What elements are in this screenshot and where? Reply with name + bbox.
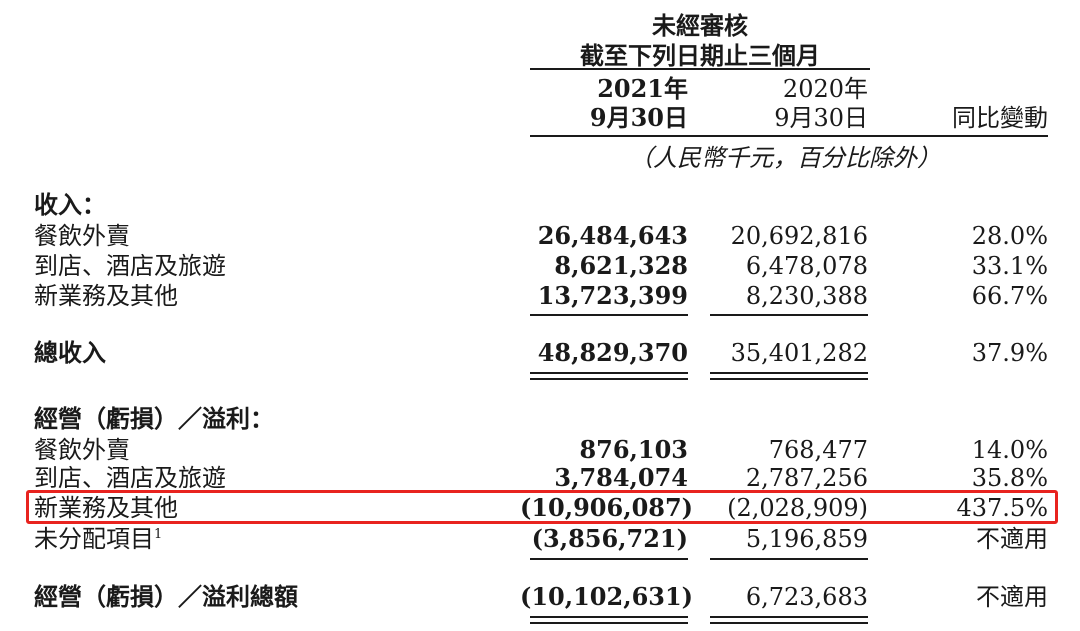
operating-section-title: 經營（虧損）／溢利：: [34, 404, 274, 433]
total-double-rule: [530, 372, 688, 374]
operating-row-label: 到店、酒店及旅遊: [34, 464, 226, 492]
operating-row-label: 未分配項目1: [34, 524, 162, 554]
col-2020-date: 9月30日: [774, 104, 868, 132]
subtotal-rule: [710, 314, 868, 316]
total-double-rule: [710, 622, 868, 624]
operating-row-2021: 876,103: [579, 435, 688, 464]
highlight-box: [26, 490, 1058, 524]
revenue-row-2020: 20,692,816: [730, 222, 868, 250]
operating-row-2021: (3,856,721): [531, 524, 688, 553]
col-2021-date: 9月30日: [589, 103, 688, 132]
subtotal-rule: [710, 558, 868, 560]
col-change-label: 同比變動: [952, 104, 1048, 132]
revenue-row-2020: 8,230,388: [745, 282, 868, 310]
operating-row-change: 35.8%: [971, 464, 1048, 492]
total-double-rule: [710, 616, 868, 618]
operating-row-change: 不適用: [976, 525, 1048, 553]
total-double-rule: [530, 616, 688, 618]
operating-total-change: 不適用: [976, 583, 1048, 611]
total-revenue-change: 37.9%: [971, 339, 1048, 367]
total-revenue-label: 總收入: [34, 338, 106, 367]
total-double-rule: [530, 378, 688, 380]
operating-row-2020: 2,787,256: [745, 464, 868, 492]
revenue-row-2021: 13,723,399: [537, 281, 688, 310]
revenue-row-change: 33.1%: [971, 252, 1048, 280]
operating-row-2021: 3,784,074: [554, 463, 688, 492]
col-2021-year: 2021年: [597, 74, 688, 103]
revenue-row-label: 餐飲外賣: [34, 222, 130, 250]
header-rule: [530, 68, 870, 70]
revenue-row-label: 新業務及其他: [34, 282, 178, 310]
operating-row-label: 餐飲外賣: [34, 436, 130, 464]
revenue-row-change: 66.7%: [971, 282, 1048, 310]
total-revenue-2021: 48,829,370: [537, 338, 688, 367]
operating-total-2021: (10,102,631): [520, 582, 694, 611]
revenue-row-label: 到店、酒店及旅遊: [34, 252, 226, 280]
unit-note: （人民幣千元，百分比除外）: [629, 144, 941, 172]
revenue-section-title: 收入：: [34, 190, 106, 219]
total-double-rule: [530, 622, 688, 624]
subtotal-rule: [530, 314, 688, 316]
total-revenue-2020: 35,401,282: [730, 339, 868, 367]
revenue-row-2020: 6,478,078: [745, 252, 868, 280]
period-heading: 截至下列日期止三個月: [580, 41, 820, 70]
unallocated-label-text: 未分配項目: [34, 525, 154, 553]
operating-row-change: 14.0%: [971, 436, 1048, 464]
subtotal-rule: [530, 558, 688, 560]
revenue-row-2021: 8,621,328: [554, 251, 688, 280]
revenue-row-2021: 26,484,643: [537, 221, 688, 250]
col-2020-year: 2020年: [782, 75, 868, 103]
footnote-marker: 1: [154, 527, 163, 542]
revenue-row-change: 28.0%: [971, 222, 1048, 250]
operating-total-2020: 6,723,683: [745, 583, 868, 611]
total-double-rule: [710, 372, 868, 374]
operating-total-label: 經營（虧損）／溢利總額: [34, 582, 298, 611]
column-header-rule: [530, 135, 1048, 137]
operating-row-2020: 5,196,859: [745, 525, 868, 553]
operating-row-2020: 768,477: [768, 436, 868, 464]
total-double-rule: [710, 378, 868, 380]
